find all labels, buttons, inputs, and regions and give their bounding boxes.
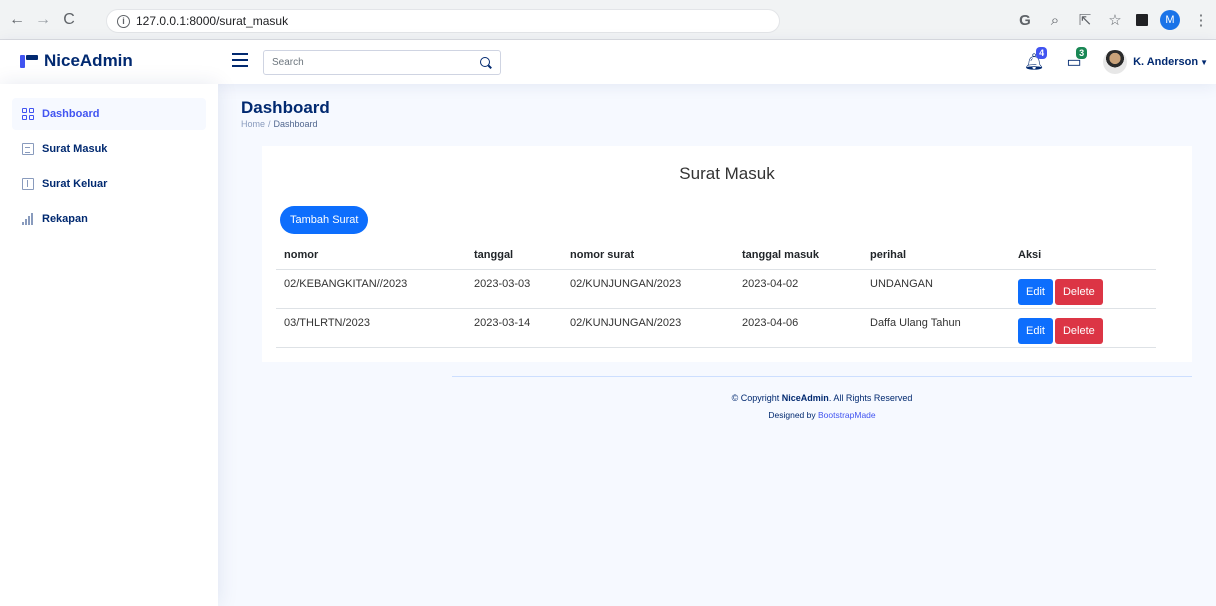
cell-nomor-surat: 02/KUNJUNGAN/2023 [562,269,734,309]
sidebar-item-label: Surat Masuk [42,143,108,155]
copyright-suffix: . All Rights Reserved [828,393,913,403]
designer-link[interactable]: BootstrapMade [818,410,876,420]
table-header-row: nomor tanggal nomor surat tanggal masuk … [276,241,1156,270]
layout-icon [22,178,34,190]
notifications-badge: 4 [1036,47,1048,59]
column-header: Aksi [1010,241,1156,270]
column-header: tanggal [466,241,562,270]
column-header: perihal [862,241,1010,270]
copyright-brand: NiceAdmin [781,393,829,403]
bookmark-star-icon[interactable]: ☆ [1106,11,1124,29]
cell-aksi: Edit Delete [1010,269,1156,309]
column-header: nomor surat [562,241,734,270]
page-title: Dashboard [241,98,330,117]
search-icon[interactable] [480,56,492,69]
address-url: 127.0.0.1:8000/surat_masuk [136,14,289,28]
cell-perihal: Daffa Ulang Tahun [862,308,1010,348]
messages-badge: 3 [1076,47,1088,59]
cell-nomor: 02/KEBANGKITAN//2023 [276,269,466,309]
google-icon[interactable]: G [1016,12,1034,29]
cell-nomor: 03/THLRTN/2023 [276,308,466,348]
cell-tanggal: 2023-03-03 [466,269,562,309]
cell-tanggal: 2023-03-14 [466,308,562,348]
chevron-down-icon[interactable]: ▼ [1200,58,1208,67]
site-info-icon[interactable]: i [117,14,130,28]
notifications-bell-icon[interactable]: 🔔︎ 4 [1023,47,1048,73]
sidebar: Dashboard Surat Masuk Surat Keluar Rekap… [0,84,218,606]
bar-chart-icon [22,213,34,225]
footer-copyright: © Copyright NiceAdmin. All Rights Reserv… [452,393,1192,403]
address-bar[interactable]: i 127.0.0.1:8000/surat_masuk [106,9,780,33]
credits-prefix: Designed by [768,410,818,420]
sidebar-item-label: Dashboard [42,108,100,120]
cell-nomor-surat: 02/KUNJUNGAN/2023 [562,308,734,348]
cell-perihal: UNDANGAN [862,269,1010,309]
browser-actions: G ⌕ ⇱ ☆ M ⋮ [1016,0,1210,40]
zoom-icon[interactable]: ⌕ [1046,12,1064,29]
footer-divider [452,376,1192,377]
search-form [263,50,501,75]
copyright-prefix: © Copyright [731,393,782,403]
sidebar-item-surat-masuk[interactable]: Surat Masuk [12,133,206,165]
back-arrow-icon[interactable]: ← [6,9,28,31]
header-actions: 🔔︎ 4 ▭ 3 K. Anderson ▼ [1023,40,1208,84]
breadcrumb: Home / Dashboard [241,119,318,129]
share-icon[interactable]: ⇱ [1076,11,1094,29]
delete-button[interactable]: Delete [1054,278,1103,305]
edit-button[interactable]: Edit [1018,278,1053,305]
user-name[interactable]: K. Anderson [1133,56,1198,68]
browser-toolbar: ← → C i 127.0.0.1:8000/surat_masuk G ⌕ ⇱… [0,0,1216,40]
menu-kebab-icon[interactable]: ⋮ [1192,11,1210,29]
app-header: NiceAdmin 🔔︎ 4 ▭ 3 K. Anderson ▼ [0,40,1216,84]
column-header: tanggal masuk [734,241,862,270]
logo-mark-icon [20,53,38,69]
cell-tanggal-masuk: 2023-04-02 [734,269,862,309]
cell-tanggal-masuk: 2023-04-06 [734,308,862,348]
edit-button[interactable]: Edit [1018,317,1053,344]
side-panel-icon[interactable] [1136,14,1148,26]
grid-icon [22,108,34,120]
logo-text: NiceAdmin [44,51,133,70]
delete-button[interactable]: Delete [1054,317,1103,344]
breadcrumb-current: Dashboard [273,119,318,129]
reload-icon[interactable]: C [58,9,80,31]
document-icon [22,143,34,155]
breadcrumb-home[interactable]: Home [241,119,265,129]
profile-avatar[interactable]: M [1160,10,1180,30]
messages-chat-icon[interactable]: ▭ 3 [1063,47,1088,73]
table-row: 03/THLRTN/2023 2023-03-14 02/KUNJUNGAN/2… [276,308,1156,348]
forward-arrow-icon[interactable]: → [32,9,54,31]
sidebar-item-label: Surat Keluar [42,178,108,190]
footer-credits: Designed by BootstrapMade [452,410,1192,420]
add-surat-button[interactable]: Tambah Surat [280,206,369,234]
cell-aksi: Edit Delete [1010,308,1156,348]
sidebar-item-label: Rekapan [42,213,88,225]
search-input[interactable] [272,57,480,68]
card-title: Surat Masuk [679,164,775,183]
user-avatar[interactable] [1103,50,1128,74]
toggle-sidebar-icon[interactable] [232,53,248,67]
sidebar-item-dashboard[interactable]: Dashboard [12,98,206,130]
table-row: 02/KEBANGKITAN//2023 2023-03-03 02/KUNJU… [276,269,1156,309]
column-header: nomor [276,241,466,270]
sidebar-item-rekapan[interactable]: Rekapan [12,203,206,235]
surat-masuk-card: Surat Masuk Tambah Surat nomor tanggal n… [262,146,1192,362]
surat-masuk-table: nomor tanggal nomor surat tanggal masuk … [276,241,1156,348]
sidebar-item-surat-keluar[interactable]: Surat Keluar [12,168,206,200]
logo[interactable]: NiceAdmin [20,51,133,71]
